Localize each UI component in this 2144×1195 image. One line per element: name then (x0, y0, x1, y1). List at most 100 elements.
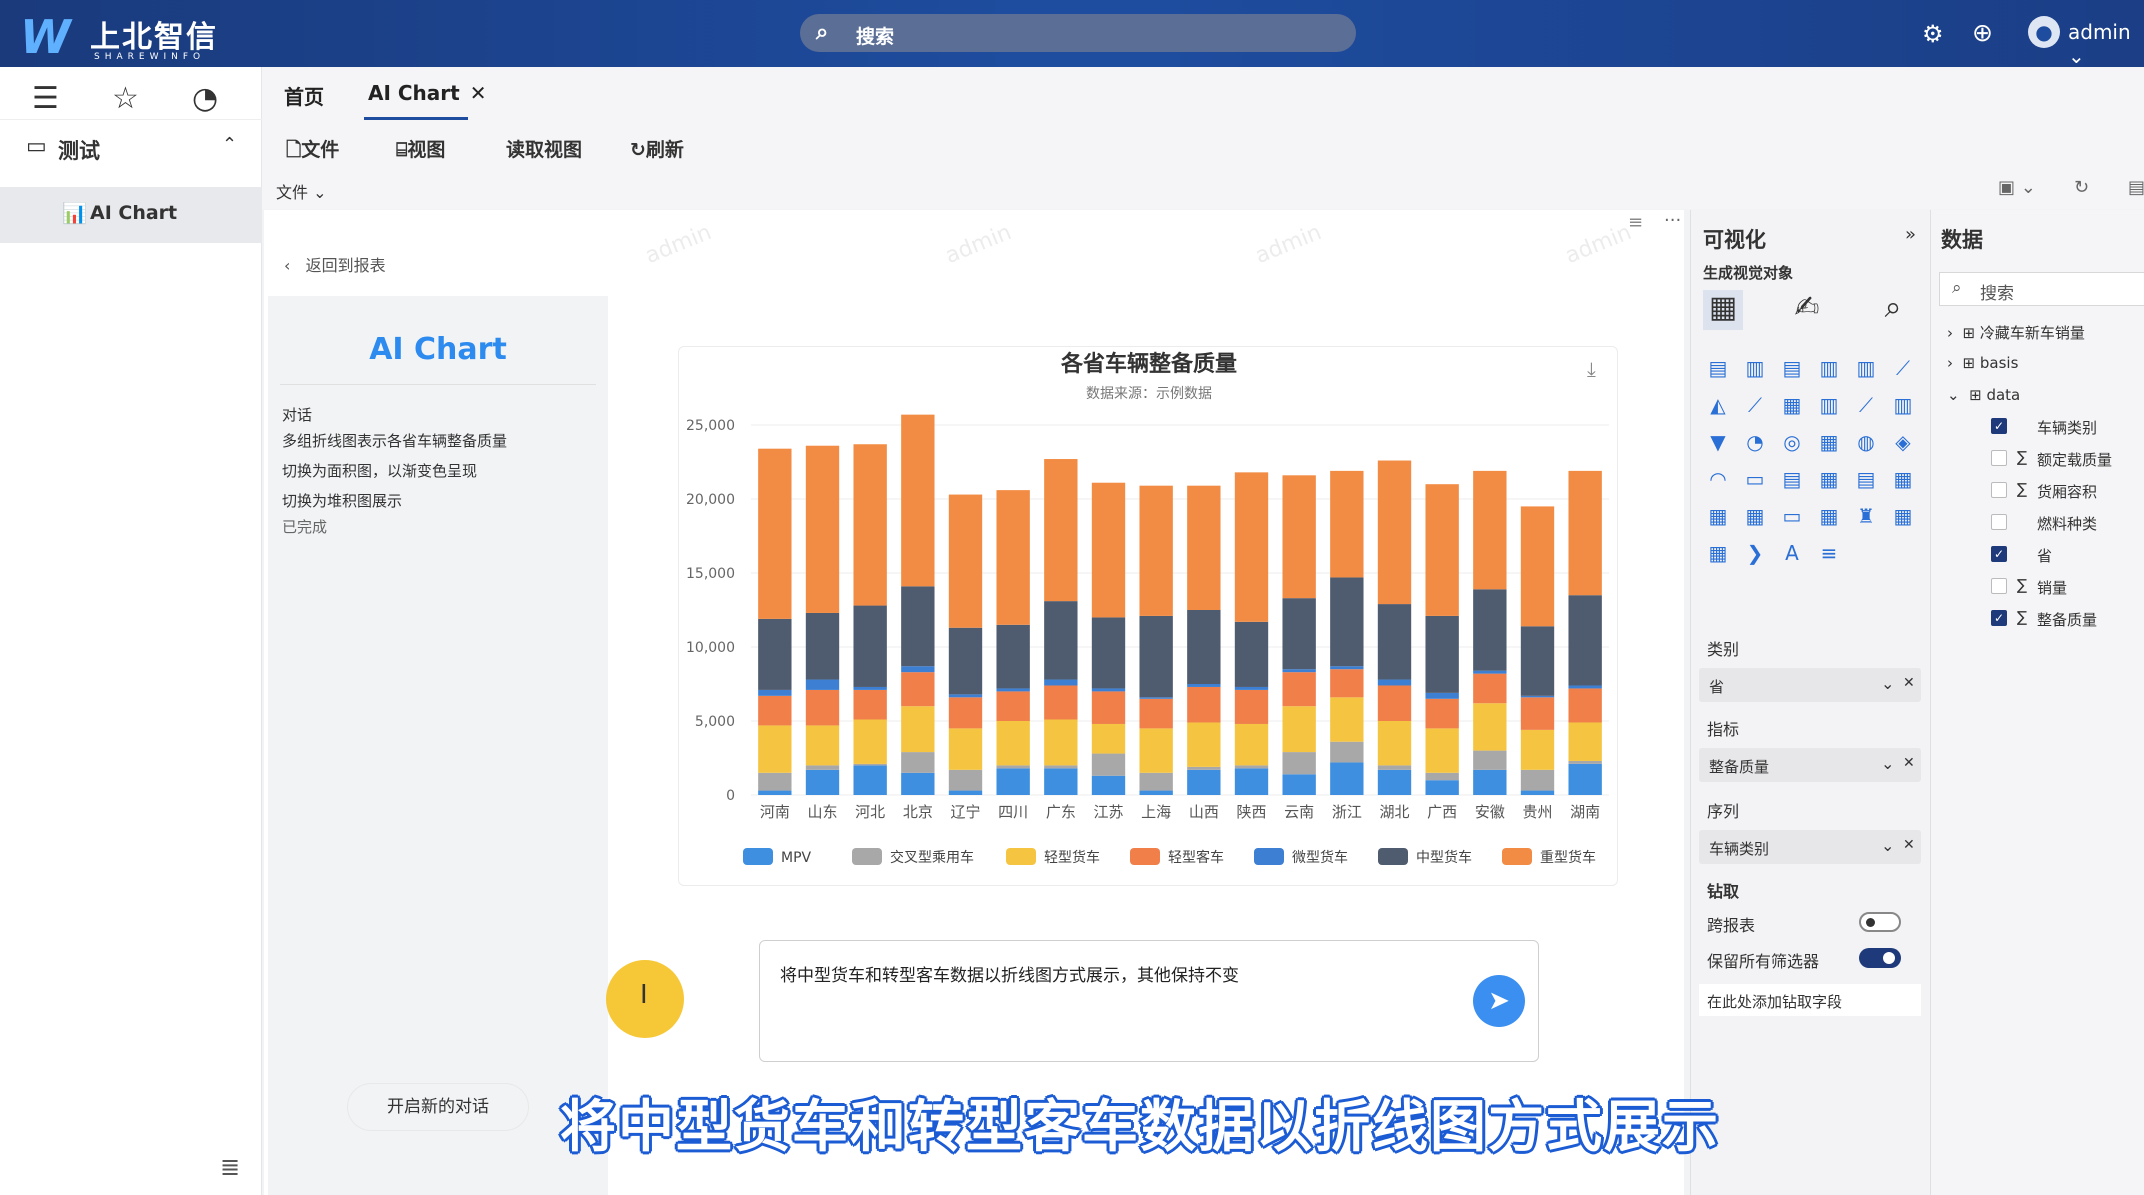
keep-filters-toggle[interactable] (1859, 948, 1901, 968)
visual-type-icon[interactable]: ▥ (1738, 356, 1772, 386)
back-to-report-link[interactable]: ‹ 返回到报表 (284, 252, 386, 276)
visual-type-icon[interactable]: ❯ (1738, 541, 1772, 571)
field-item[interactable]: 燃料种类 (1931, 512, 2144, 540)
remove-icon[interactable]: ✕ (1903, 675, 1915, 691)
read-view-button[interactable]: 读取视图 (506, 135, 582, 162)
layout-icon[interactable]: ▣ ⌄ (1998, 177, 2036, 198)
table-node[interactable]: › ⊞ basis (1947, 354, 2018, 372)
bar-segment (758, 448, 792, 619)
chat-input[interactable]: 将中型货车和转型客车数据以折线图方式展示，其他保持不变 ➤ (759, 940, 1539, 1062)
visual-type-icon[interactable]: ▤ (1775, 467, 1809, 497)
chat-input-text[interactable]: 将中型货车和转型客车数据以折线图方式展示，其他保持不变 (780, 961, 1239, 986)
filter-icon[interactable]: ≡ (1628, 212, 1643, 233)
field-item[interactable]: ✓ ∑ 整备质量 (1931, 608, 2144, 636)
chevron-down-icon[interactable]: ⌄ (1881, 754, 1894, 773)
visual-type-icon[interactable]: ▦ (1886, 504, 1920, 534)
chevron-right-double-icon[interactable]: » (1905, 224, 1916, 245)
tab-home[interactable]: 首页 (284, 81, 324, 110)
visual-type-icon[interactable]: ◈ (1886, 430, 1920, 460)
gear-icon[interactable]: ⚙ (1922, 20, 1944, 48)
format-visual-icon[interactable]: ✍ (1787, 290, 1827, 330)
category-field[interactable]: 省 ⌄ ✕ (1699, 668, 1921, 702)
data-search-input[interactable]: ⌕ 搜索 (1939, 272, 2144, 306)
visual-type-icon[interactable]: ▦ (1775, 393, 1809, 423)
report-list-icon[interactable]: ☰ (32, 81, 59, 116)
visual-type-icon[interactable]: ▥ (1849, 356, 1883, 386)
chevron-down-icon[interactable]: ⌄ (1881, 836, 1894, 855)
visual-type-icon[interactable]: ▦ (1812, 467, 1846, 497)
visual-type-icon[interactable]: ◍ (1849, 430, 1883, 460)
file-button[interactable]: 🗋文件 (286, 135, 339, 168)
file-menu[interactable]: 文件 ⌄ (276, 179, 327, 203)
send-button[interactable]: ➤ (1473, 975, 1525, 1027)
visual-type-icon[interactable]: ▤ (1701, 356, 1735, 386)
visual-type-icon[interactable]: ▦ (1812, 504, 1846, 534)
build-visual-icon[interactable]: ▦ (1703, 290, 1743, 330)
visual-type-icon[interactable]: ▤ (1775, 356, 1809, 386)
refresh-button[interactable]: ↻刷新 (630, 135, 684, 162)
remove-icon[interactable]: ✕ (1903, 837, 1915, 853)
series-field[interactable]: 车辆类别 ⌄ ✕ (1699, 830, 1921, 864)
visual-type-icon[interactable]: ▦ (1738, 504, 1772, 534)
visual-type-icon[interactable]: ▤ (1849, 467, 1883, 497)
reload-icon[interactable]: ↻ (2074, 177, 2089, 198)
visual-type-icon[interactable]: ▦ (1701, 541, 1735, 571)
visual-type-icon[interactable]: ◠ (1701, 467, 1735, 497)
download-icon[interactable]: ⤓ (1587, 357, 1596, 381)
visual-type-icon[interactable]: A (1775, 541, 1809, 571)
save-icon[interactable]: ▤ (2128, 177, 2144, 198)
close-icon[interactable]: ✕ (470, 81, 487, 105)
visual-type-icon[interactable]: ◭ (1701, 393, 1735, 423)
collapse-sidebar-icon[interactable]: ≣ (220, 1153, 240, 1181)
field-checkbox[interactable]: ✓ (1991, 418, 2007, 434)
more-icon[interactable]: ··· (1664, 210, 1681, 231)
field-item[interactable]: ∑ 额定载质量 (1931, 448, 2144, 476)
visual-type-icon[interactable]: ▼ (1701, 430, 1735, 460)
field-checkbox[interactable] (1991, 514, 2007, 530)
visual-type-icon[interactable]: ▥ (1812, 393, 1846, 423)
table-node[interactable]: › ⊞ 冷藏车新车销量 (1947, 322, 2085, 343)
visual-type-icon[interactable]: ♜ (1849, 504, 1883, 534)
field-checkbox[interactable]: ✓ (1991, 546, 2007, 562)
field-checkbox[interactable] (1991, 450, 2007, 466)
remove-icon[interactable]: ✕ (1903, 755, 1915, 771)
visual-type-icon[interactable]: ▦ (1812, 430, 1846, 460)
view-button[interactable]: ⌸视图 (396, 135, 445, 162)
visual-type-icon[interactable]: ⟋ (1738, 393, 1772, 423)
chevron-down-icon[interactable]: ⌄ (1881, 674, 1894, 693)
field-checkbox[interactable] (1991, 578, 2007, 594)
visual-type-icon[interactable]: ▥ (1812, 356, 1846, 386)
globe-icon[interactable]: ⊕ (1972, 18, 1993, 47)
visual-type-icon[interactable]: ≡ (1812, 541, 1846, 571)
legend-swatch (852, 848, 882, 865)
avatar[interactable]: ● (2028, 16, 2060, 48)
user-menu[interactable]: admin ⌄ (2068, 20, 2144, 68)
visual-type-icon[interactable]: ▭ (1738, 467, 1772, 497)
visual-type-icon[interactable]: ▦ (1886, 467, 1920, 497)
field-item[interactable]: ✓ 车辆类别 (1931, 416, 2144, 444)
table-node[interactable]: ⌄ ⊞ data (1947, 386, 2020, 404)
sidebar-item-ai-chart[interactable]: 📊 AI Chart (0, 187, 262, 243)
analytics-icon[interactable]: ⌕ (1873, 290, 1913, 330)
field-item[interactable]: ∑ 销量 (1931, 576, 2144, 604)
tab-ai-chart[interactable]: AI Chart ✕ (368, 81, 486, 105)
global-search-input[interactable]: ⌕ 搜索 (800, 14, 1356, 52)
cross-report-toggle[interactable] (1859, 912, 1901, 932)
pie-chart-icon[interactable]: ◔ (192, 81, 218, 116)
field-checkbox[interactable] (1991, 482, 2007, 498)
visual-type-icon[interactable]: ⟋ (1886, 356, 1920, 386)
field-item[interactable]: ∑ 货厢容积 (1931, 480, 2144, 508)
new-conversation-button[interactable]: 开启新的对话 (348, 1084, 528, 1130)
field-checkbox[interactable]: ✓ (1991, 610, 2007, 626)
visual-type-icon[interactable]: ▥ (1886, 393, 1920, 423)
drill-field-dropzone[interactable]: 在此处添加钻取字段 (1699, 984, 1921, 1016)
visual-type-icon[interactable]: ◎ (1775, 430, 1809, 460)
star-icon[interactable]: ☆ (112, 81, 139, 116)
visual-type-icon[interactable]: ⟋ (1849, 393, 1883, 423)
sidebar-folder-test[interactable]: ▭ 测试 ⌃ (0, 119, 262, 175)
visual-type-icon[interactable]: ▭ (1775, 504, 1809, 534)
metric-field[interactable]: 整备质量 ⌄ ✕ (1699, 748, 1921, 782)
visual-type-icon[interactable]: ▦ (1701, 504, 1735, 534)
field-item[interactable]: ✓ 省 (1931, 544, 2144, 572)
visual-type-icon[interactable]: ◔ (1738, 430, 1772, 460)
